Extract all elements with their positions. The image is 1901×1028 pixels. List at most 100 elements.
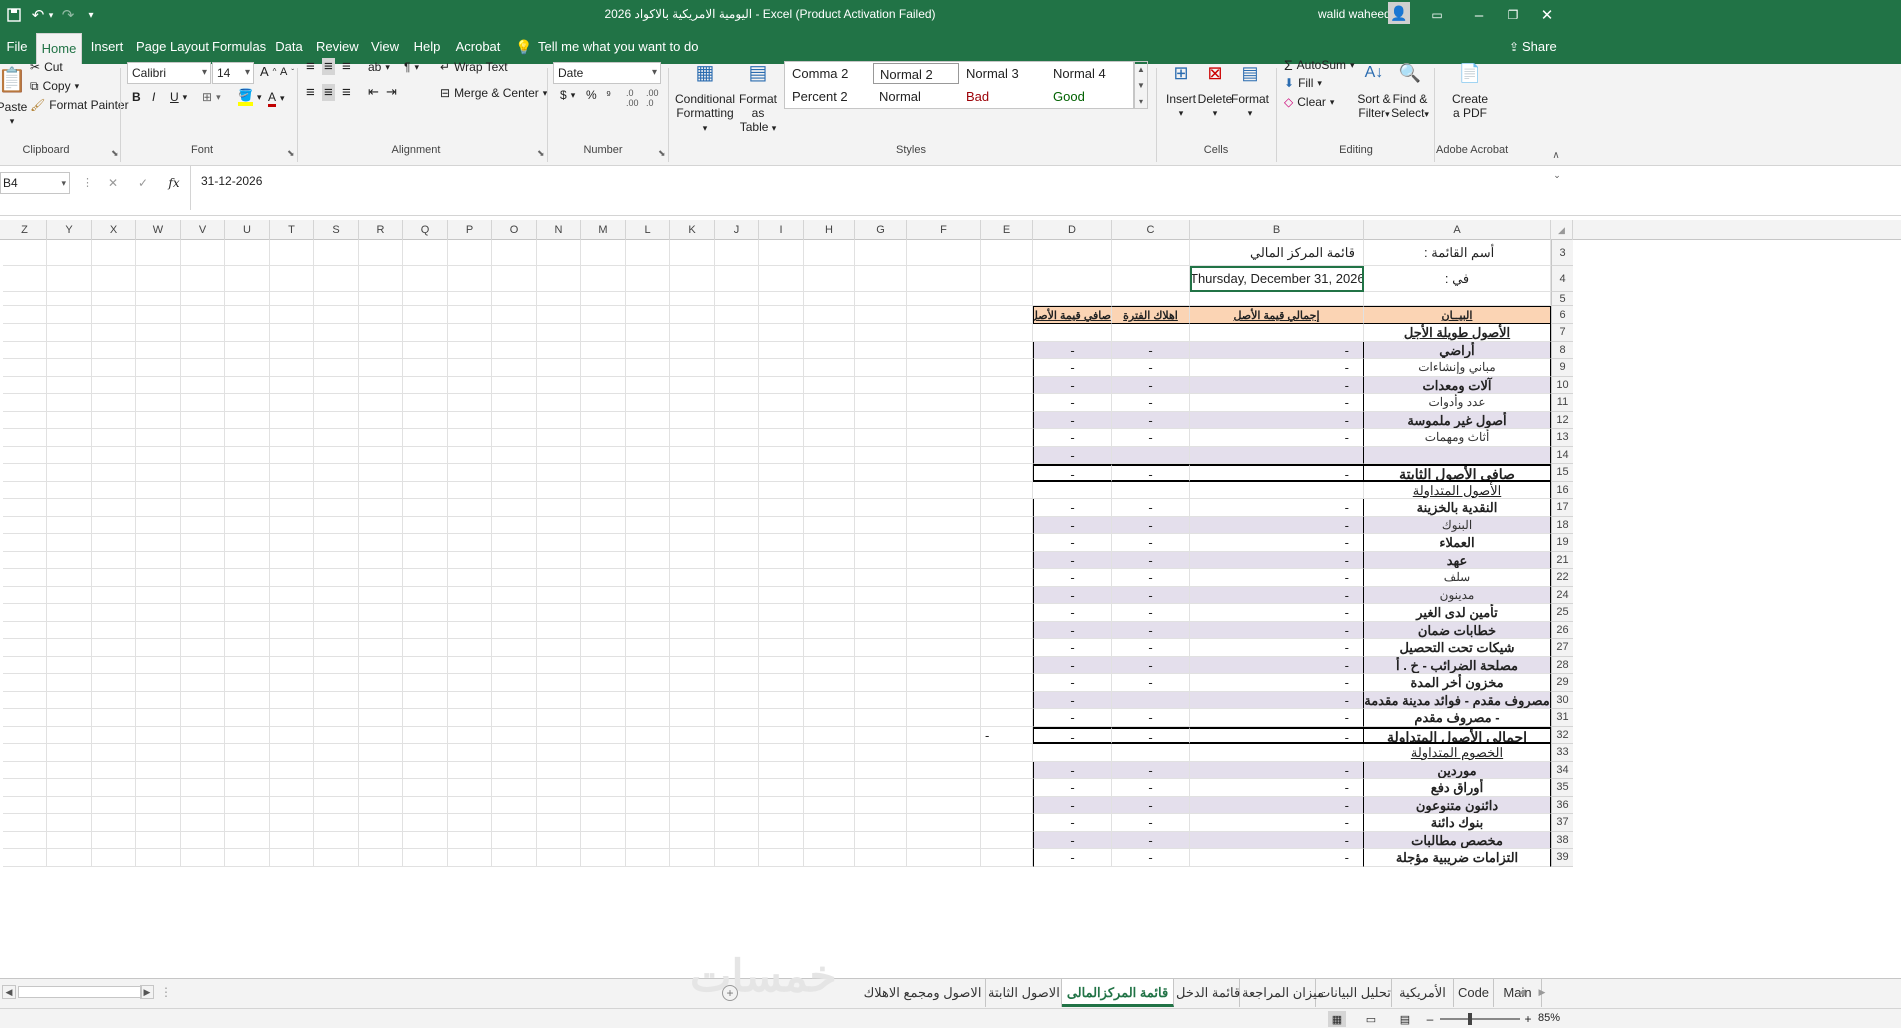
cell[interactable] xyxy=(403,639,448,657)
cell[interactable] xyxy=(626,656,670,674)
cell[interactable] xyxy=(855,674,907,692)
column-header-y[interactable]: Y xyxy=(47,220,92,240)
cell[interactable] xyxy=(92,429,136,447)
cell[interactable] xyxy=(403,446,448,464)
net-value-cell[interactable]: - xyxy=(1033,604,1112,622)
borders-button[interactable]: ⊞ ▾ xyxy=(202,90,221,104)
cell[interactable] xyxy=(581,796,626,814)
net-value-cell[interactable]: - xyxy=(1033,621,1112,639)
cell[interactable] xyxy=(492,604,537,622)
cell[interactable] xyxy=(225,266,270,292)
cell[interactable] xyxy=(359,499,403,517)
horizontal-scrollbar[interactable] xyxy=(18,986,142,998)
cell[interactable] xyxy=(92,324,136,342)
net-value-cell[interactable]: - xyxy=(1033,761,1112,779)
cell[interactable] xyxy=(359,796,403,814)
cell[interactable] xyxy=(314,266,359,292)
conditional-formatting-button[interactable]: ▦ Conditional Formatting ▾ xyxy=(675,56,735,135)
paste-button[interactable]: 📋 Paste ▾ xyxy=(0,64,32,128)
row-header[interactable]: 34 xyxy=(1551,761,1573,779)
cell[interactable] xyxy=(804,831,855,849)
net-value-cell[interactable]: - xyxy=(1033,569,1112,587)
depreciation-cell[interactable]: - xyxy=(1112,796,1190,814)
cell[interactable] xyxy=(537,534,581,552)
font-color-button[interactable]: A ▾ xyxy=(268,90,285,107)
description-cell[interactable]: سلف xyxy=(1364,569,1551,587)
cell[interactable] xyxy=(448,292,492,306)
cell[interactable] xyxy=(492,814,537,832)
cell[interactable] xyxy=(855,849,907,867)
cell[interactable] xyxy=(270,814,314,832)
cell[interactable] xyxy=(448,266,492,292)
total-value-cell[interactable]: - xyxy=(1190,674,1364,692)
cell[interactable] xyxy=(981,464,1033,482)
cell[interactable] xyxy=(448,761,492,779)
cell[interactable] xyxy=(670,411,715,429)
cell[interactable] xyxy=(448,240,492,266)
cell[interactable] xyxy=(670,674,715,692)
cell[interactable] xyxy=(359,744,403,762)
cell[interactable] xyxy=(403,534,448,552)
style-percent-2[interactable]: Percent 2 xyxy=(786,86,872,107)
cell[interactable] xyxy=(855,534,907,552)
cell[interactable] xyxy=(181,359,225,377)
cell[interactable] xyxy=(225,656,270,674)
cell[interactable] xyxy=(3,394,47,412)
cell[interactable] xyxy=(670,779,715,797)
cell[interactable] xyxy=(47,534,92,552)
column-header-a[interactable]: A xyxy=(1364,220,1551,240)
net-value-cell[interactable]: - xyxy=(1033,674,1112,692)
cell[interactable] xyxy=(136,324,181,342)
cell[interactable] xyxy=(715,849,759,867)
cell[interactable] xyxy=(537,464,581,482)
cell[interactable] xyxy=(47,831,92,849)
cell[interactable] xyxy=(225,586,270,604)
cell[interactable] xyxy=(3,266,47,292)
cell[interactable] xyxy=(3,744,47,762)
cell[interactable] xyxy=(3,674,47,692)
cell[interactable] xyxy=(581,324,626,342)
cell[interactable] xyxy=(581,446,626,464)
cell[interactable] xyxy=(492,292,537,306)
user-name[interactable]: walid waheed xyxy=(1318,7,1391,21)
cell[interactable] xyxy=(581,429,626,447)
depreciation-cell[interactable]: - xyxy=(1112,516,1190,534)
cell[interactable] xyxy=(359,376,403,394)
cell[interactable] xyxy=(581,639,626,657)
cell[interactable] xyxy=(448,569,492,587)
total-value-cell[interactable]: - xyxy=(1190,411,1364,429)
cell[interactable] xyxy=(136,796,181,814)
cell[interactable] xyxy=(981,691,1033,709)
cell[interactable] xyxy=(981,831,1033,849)
extra-value-cell[interactable]: - xyxy=(981,726,1033,744)
cell[interactable] xyxy=(492,761,537,779)
column-header-u[interactable]: U xyxy=(225,220,270,240)
cell[interactable] xyxy=(136,849,181,867)
cell[interactable] xyxy=(804,429,855,447)
total-value-cell[interactable]: - xyxy=(1190,814,1364,832)
net-value-cell[interactable]: - xyxy=(1033,376,1112,394)
cell[interactable] xyxy=(225,341,270,359)
cell[interactable] xyxy=(225,814,270,832)
copy-button[interactable]: ⧉ Copy ▾ xyxy=(30,76,79,96)
description-cell[interactable]: آلات ومعدات xyxy=(1364,376,1551,394)
cell[interactable] xyxy=(804,499,855,517)
cell[interactable] xyxy=(759,569,804,587)
row-header[interactable]: 6 xyxy=(1551,306,1573,324)
cell[interactable] xyxy=(314,779,359,797)
cell[interactable] xyxy=(136,709,181,727)
row-header[interactable]: 16 xyxy=(1551,481,1573,499)
cell[interactable] xyxy=(759,551,804,569)
cell[interactable] xyxy=(359,292,403,306)
description-cell[interactable]: مخزون أخر المدة xyxy=(1364,674,1551,692)
cell[interactable] xyxy=(225,306,270,324)
description-cell[interactable]: مخصص مطالبات xyxy=(1364,831,1551,849)
cell[interactable] xyxy=(181,656,225,674)
cell[interactable] xyxy=(715,779,759,797)
description-cell[interactable]: دائنون متنوعون xyxy=(1364,796,1551,814)
cell[interactable] xyxy=(403,411,448,429)
cell[interactable] xyxy=(715,586,759,604)
row-header[interactable]: 10 xyxy=(1551,376,1573,394)
find-select-button[interactable]: 🔍 Find & Select▾ xyxy=(1391,56,1429,121)
cell[interactable] xyxy=(314,394,359,412)
